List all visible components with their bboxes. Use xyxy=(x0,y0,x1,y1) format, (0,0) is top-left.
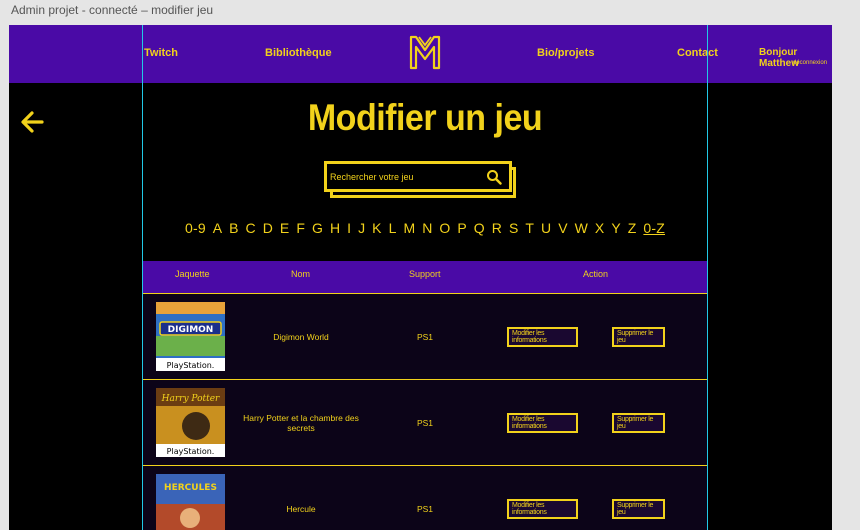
alpha-filter-a[interactable]: A xyxy=(213,220,223,236)
cover-title-text: Harry Potter xyxy=(161,394,220,404)
game-support: PS1 xyxy=(416,418,434,428)
alpha-filter-v[interactable]: V xyxy=(558,220,568,236)
alpha-filter-s[interactable]: S xyxy=(509,220,519,236)
table-row: HERCULES Hercule PS1 Modifier les inform… xyxy=(143,465,707,530)
nav-link-twitch[interactable]: Twitch xyxy=(144,47,178,59)
alpha-filter-d[interactable]: D xyxy=(263,220,273,236)
game-name: Digimon World xyxy=(273,332,329,342)
alphabet-filter: 0-9 A B C D E F G H I J K L M N O P Q R … xyxy=(143,220,707,236)
edit-info-button[interactable]: Modifier les informations xyxy=(507,499,578,519)
alpha-filter-m[interactable]: M xyxy=(403,220,415,236)
nav-link-bio[interactable]: Bio/projets xyxy=(537,47,594,59)
top-navbar: Twitch Bibliothèque Bio/projets Contact … xyxy=(9,25,832,83)
site-logo-icon[interactable] xyxy=(408,35,442,71)
column-header-name: Nom xyxy=(291,269,311,279)
cover-title-text: HERCULES xyxy=(164,483,217,493)
edit-info-button[interactable]: Modifier les informations xyxy=(507,413,578,433)
game-cover-image[interactable]: DIGIMON PlayStation. xyxy=(156,302,225,371)
column-header-support: Support xyxy=(409,269,441,279)
alpha-filter-p[interactable]: P xyxy=(457,220,467,236)
search-box xyxy=(324,161,512,192)
alpha-filter-f[interactable]: F xyxy=(296,220,305,236)
nav-link-library[interactable]: Bibliothèque xyxy=(265,47,332,59)
page-title: Modifier un jeu xyxy=(307,97,543,139)
column-header-cover: Jaquette xyxy=(175,269,210,279)
search-icon[interactable] xyxy=(486,169,502,185)
game-support: PS1 xyxy=(416,332,434,342)
browser-viewport: Twitch Bibliothèque Bio/projets Contact … xyxy=(9,25,832,530)
alpha-filter-i[interactable]: I xyxy=(347,220,351,236)
alpha-filter-w[interactable]: W xyxy=(575,220,588,236)
alpha-filter-z[interactable]: Z xyxy=(628,220,637,236)
alpha-filter-c[interactable]: C xyxy=(246,220,256,236)
alpha-filter-n[interactable]: N xyxy=(422,220,432,236)
alpha-filter-x[interactable]: X xyxy=(595,220,605,236)
game-cover-image[interactable]: Harry Potter PlayStation. xyxy=(156,388,225,457)
back-arrow-icon[interactable] xyxy=(21,111,45,133)
alpha-filter-q[interactable]: Q xyxy=(474,220,485,236)
alpha-filter-y[interactable]: Y xyxy=(611,220,621,236)
game-name: Hercule xyxy=(286,504,316,514)
delete-game-button[interactable]: Supprimer le jeu xyxy=(612,413,665,433)
delete-game-button[interactable]: Supprimer le jeu xyxy=(612,327,665,347)
alpha-filter-t[interactable]: T xyxy=(525,220,534,236)
layout-guide-right xyxy=(707,25,708,530)
alpha-filter-u[interactable]: U xyxy=(541,220,551,236)
game-cover-image[interactable]: HERCULES xyxy=(156,474,225,530)
alpha-filter-j[interactable]: J xyxy=(358,220,365,236)
alpha-filter-0-9[interactable]: 0-9 xyxy=(185,220,206,236)
delete-game-button[interactable]: Supprimer le jeu xyxy=(612,499,665,519)
nav-link-contact[interactable]: Contact xyxy=(677,47,718,59)
game-name: Harry Potter et la chambre des secrets xyxy=(243,413,359,433)
table-row: Harry Potter PlayStation. Harry Potter e… xyxy=(143,379,707,465)
logout-link[interactable]: déconnexion xyxy=(793,60,827,66)
edit-info-button[interactable]: Modifier les informations xyxy=(507,327,578,347)
alpha-filter-e[interactable]: E xyxy=(280,220,290,236)
window-title: Admin projet - connecté – modifier jeu xyxy=(0,0,860,22)
alpha-filter-b[interactable]: B xyxy=(229,220,239,236)
alpha-filter-l[interactable]: L xyxy=(389,220,397,236)
cover-platform-text: PlayStation. xyxy=(167,447,215,456)
table-header: Jaquette Nom Support Action xyxy=(143,261,707,293)
alpha-filter-k[interactable]: K xyxy=(372,220,382,236)
alpha-filter-h[interactable]: H xyxy=(330,220,340,236)
search-input[interactable] xyxy=(330,167,480,187)
column-header-action: Action xyxy=(583,269,609,279)
alpha-filter-r[interactable]: R xyxy=(492,220,502,236)
cover-title-text: DIGIMON xyxy=(168,325,214,335)
cover-platform-text: PlayStation. xyxy=(167,361,215,370)
alpha-filter-g[interactable]: G xyxy=(312,220,323,236)
alpha-filter-o[interactable]: O xyxy=(439,220,450,236)
game-support: PS1 xyxy=(416,504,434,514)
alpha-filter-0-z[interactable]: 0-Z xyxy=(643,220,665,236)
table-row: DIGIMON PlayStation. Digimon World PS1 M… xyxy=(143,293,707,379)
